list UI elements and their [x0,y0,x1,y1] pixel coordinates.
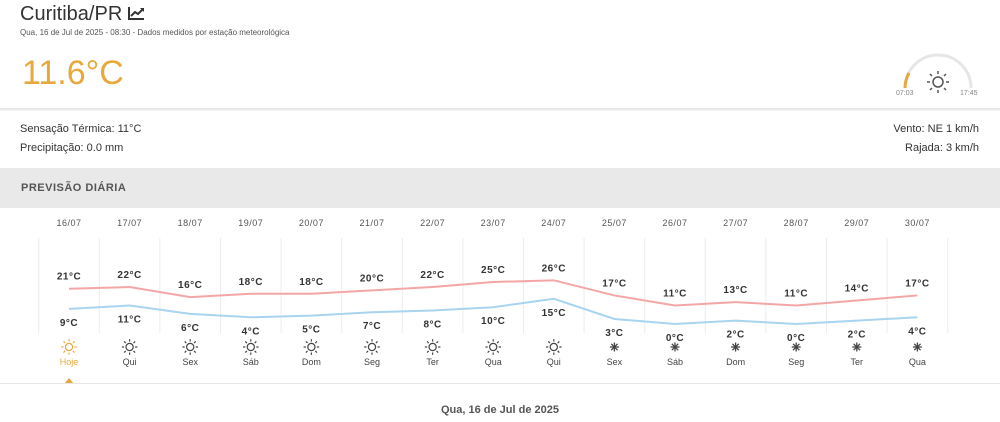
min-temp-label: 3°C [605,328,623,339]
date-tick-label[interactable]: 21/07 [359,218,384,228]
date-tick-label[interactable]: 20/07 [299,218,324,228]
min-temp-label: 0°C [666,333,684,344]
weekday-label[interactable]: Sáb [243,357,259,367]
sun-icon[interactable] [364,339,380,355]
min-temp-label: 6°C [181,323,199,334]
date-tick-label[interactable]: 29/07 [844,218,869,228]
weekday-label[interactable]: Sáb [667,357,683,367]
date-tick-label[interactable]: 16/07 [56,218,81,228]
daily-forecast-chart: 16/07 17/07 18/07 19/07 20/07 21/07 22/07 23/07… [0,208,1000,384]
min-temp-label: 9°C [60,318,78,329]
precipitation: Precipitação: 0.0 mm [20,142,124,154]
weekday-label[interactable]: Qui [123,357,137,367]
max-temp-label: 25°C [481,265,505,276]
forecast-title: PREVISÃO DIÁRIA [21,182,127,194]
moon-star-icon[interactable] [731,342,741,352]
max-temp-label: 26°C [542,263,566,274]
min-temp-label: 8°C [423,320,441,331]
city-name: Curitiba/PR [20,3,123,25]
weekday-label[interactable]: Sex [182,357,198,367]
min-temp-label: 15°C [542,308,566,319]
date-tick-label[interactable]: 18/07 [178,218,203,228]
sun-icon[interactable] [243,339,259,355]
selected-date: Qua, 16 de Jul de 2025 [440,404,559,416]
current-weather-header: Curitiba/PR Qua, 16 de Jul de 2025 - 08:… [0,0,1000,108]
measurement-datetime: Qua, 16 de Jul de 2025 - 08:30 - Dados m… [20,28,290,37]
weekday-label[interactable]: Dom [302,357,321,367]
date-tick-label[interactable]: 17/07 [117,218,142,228]
sun-icon[interactable] [61,339,77,355]
moon-star-icon[interactable] [670,342,680,352]
sun-icon[interactable] [303,339,320,355]
moon-star-icon[interactable] [852,342,862,352]
sun-icon [927,71,949,93]
weather-details: Sensação Térmica: 11°C Precipitação: 0.0… [0,111,1000,168]
weekday-label[interactable]: Dom [726,357,745,367]
weekday-label[interactable]: Qua [909,357,926,367]
min-temp-label: 4°C [242,326,260,337]
sun-icon[interactable] [121,339,138,355]
min-temp-label: 11°C [118,315,142,326]
weekday-label[interactable]: Sex [607,357,623,367]
weekday-label[interactable]: Qui [547,357,561,367]
date-tick-label[interactable]: 23/07 [481,218,506,228]
min-temp-label: 0°C [787,333,805,344]
sunrise-time: 07:03 [896,90,914,97]
date-tick-label[interactable]: 30/07 [905,218,930,228]
feels-like: Sensação Térmica: 11°C [20,123,142,135]
max-temp-label: 17°C [602,278,626,289]
sun-icon[interactable] [424,339,441,355]
weekday-label[interactable]: Qua [485,357,502,367]
moon-star-icon[interactable] [912,342,922,352]
date-tick-label[interactable]: 25/07 [602,218,627,228]
date-tick-label[interactable]: 26/07 [662,218,687,228]
city-title: Curitiba/PR [20,3,145,26]
gust: Rajada: 3 km/h [905,142,979,154]
max-temp-label: 22°C [420,270,444,281]
max-temp-label: 13°C [723,285,747,296]
date-tick-label[interactable]: 27/07 [723,218,748,228]
weekday-label[interactable]: Hoje [60,357,79,367]
sunset-time: 17:45 [960,90,978,97]
max-temp-label: 14°C [845,283,869,294]
weekday-label[interactable]: Ter [426,357,439,367]
max-temp-label: 18°C [239,277,263,288]
current-temperature: 11.6°C [22,54,124,92]
chart-bottom-divider [0,383,1000,384]
max-temp-label: 21°C [57,272,81,283]
forecast-header: PREVISÃO DIÁRIA [0,168,1000,208]
weekday-label[interactable]: Seg [788,357,804,367]
date-tick-label[interactable]: 28/07 [784,218,809,228]
min-temp-label: 10°C [481,316,505,327]
max-temp-label: 16°C [178,280,202,291]
max-temp-label: 18°C [299,277,323,288]
date-tick-label[interactable]: 19/07 [238,218,263,228]
weekday-label[interactable]: Seg [364,357,380,367]
forecast-chart-svg: 16/07 17/07 18/07 19/07 20/07 21/07 22/07 23/07… [38,218,949,384]
max-temp-label: 11°C [784,289,808,300]
max-temp-label: 20°C [360,273,384,284]
min-temp-label: 5°C [302,325,320,336]
date-tick-label[interactable]: 24/07 [541,218,566,228]
min-temp-label: 7°C [363,321,381,332]
trend-chart-icon[interactable] [128,3,145,26]
date-tick-label[interactable]: 22/07 [420,218,445,228]
sun-icon[interactable] [182,339,198,355]
max-temp-label: 22°C [117,270,141,281]
min-temp-label: 2°C [848,330,866,341]
max-temp-label: 11°C [663,289,687,300]
sun-icon[interactable] [485,339,502,355]
min-temp-label: 4°C [908,326,926,337]
min-temp-label: 2°C [726,330,744,341]
wind: Vento: NE 1 km/h [893,123,979,135]
moon-star-icon[interactable] [609,342,619,352]
sun-icon[interactable] [545,339,562,355]
moon-star-icon[interactable] [791,342,801,352]
weekday-label[interactable]: Ter [851,357,864,367]
max-temp-label: 17°C [905,278,929,289]
